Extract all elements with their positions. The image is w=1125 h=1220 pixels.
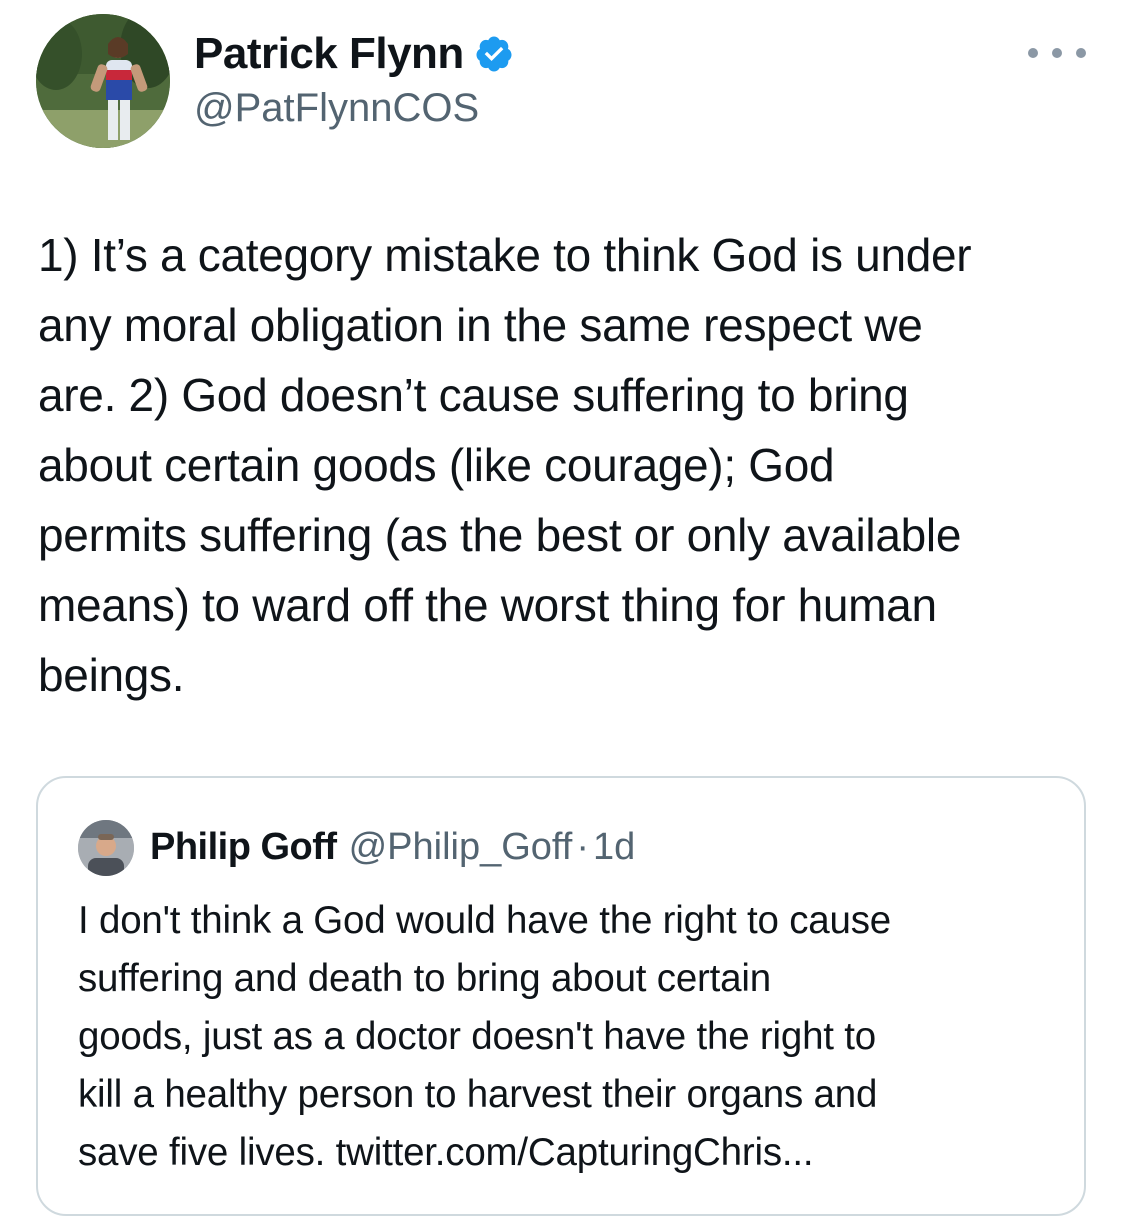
dot — [1076, 48, 1086, 58]
profile-photo-icon — [36, 14, 170, 148]
quoted-header: Philip Goff @Philip_Goff · 1d — [150, 822, 635, 872]
quoted-tweet-text: I don't think a God would have the right… — [78, 899, 891, 1174]
quoted-timestamp[interactable]: 1d — [593, 822, 635, 872]
profile-photo-icon — [78, 820, 134, 876]
author-handle[interactable]: @PatFlynnCOS — [194, 84, 479, 132]
author-name[interactable]: Patrick Flynn — [194, 28, 514, 80]
author-avatar[interactable] — [36, 14, 170, 148]
more-options-icon[interactable] — [1028, 38, 1086, 68]
quoted-author-handle[interactable]: @Philip_Goff — [349, 822, 573, 872]
quoted-tweet[interactable]: Philip Goff @Philip_Goff · 1d I don't th… — [36, 776, 1086, 1216]
tweet-text: 1) It’s a category mistake to think God … — [38, 229, 972, 701]
tweet: Patrick Flynn @PatFlynnCOS 1) It’s a cat… — [0, 0, 1125, 1220]
verified-badge-icon — [476, 36, 512, 72]
separator-dot: · — [576, 826, 590, 868]
author-name-text[interactable]: Patrick Flynn — [194, 28, 464, 80]
dot — [1052, 48, 1062, 58]
quoted-author-avatar[interactable] — [78, 820, 134, 876]
dot — [1028, 48, 1038, 58]
quoted-author-name[interactable]: Philip Goff — [150, 822, 337, 872]
